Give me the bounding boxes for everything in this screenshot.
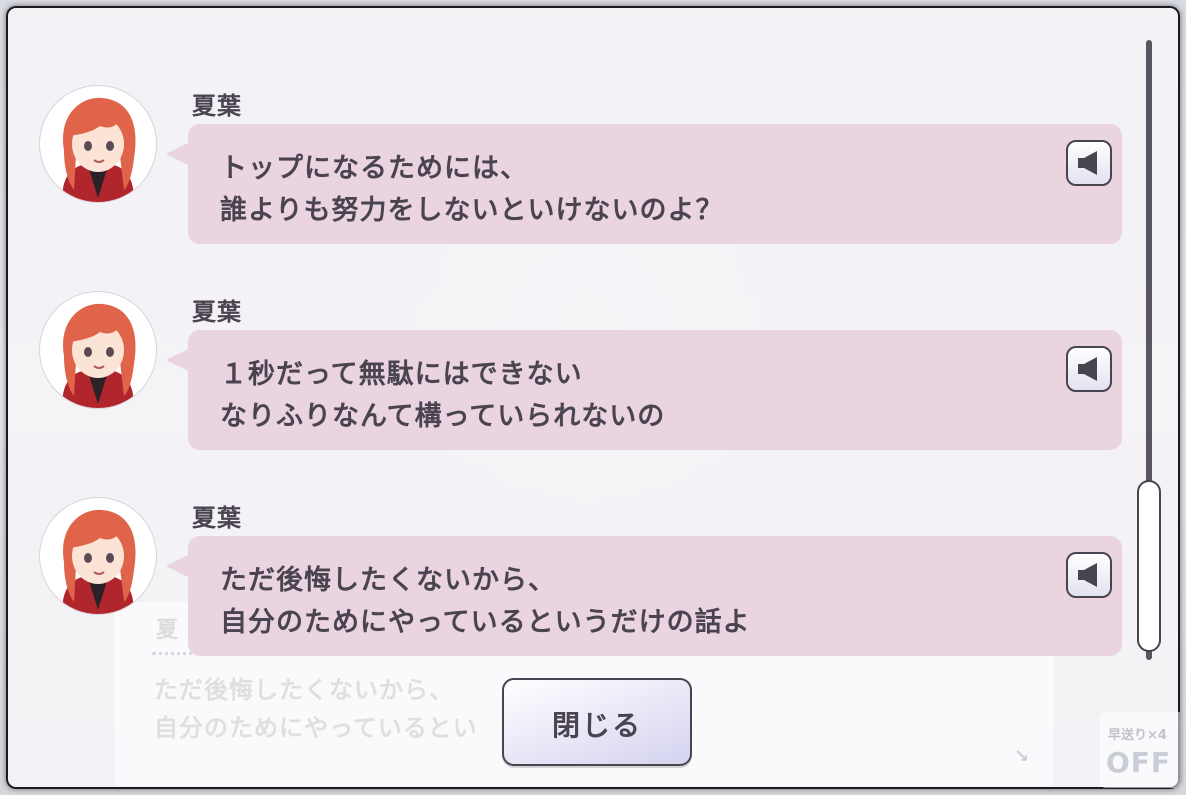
dialogue-line-1: ただ後悔したくないから、: [220, 565, 556, 596]
dialogue-line-2: なりふりなんて構っていられないの: [220, 401, 666, 432]
speaker-avatar: [40, 292, 156, 408]
speaker-icon: [1078, 151, 1097, 175]
speaker-name: 夏葉: [192, 92, 242, 120]
scrollbar-thumb[interactable]: [1137, 480, 1161, 652]
dialogue-line-1: １秒だって無駄にはできない: [220, 359, 583, 390]
voice-replay-button[interactable]: [1066, 346, 1112, 392]
log-entry: 夏葉 トップになるためには、 誰よりも努力をしないといけないのよ？: [6, 86, 1136, 246]
voice-replay-button[interactable]: [1066, 552, 1112, 598]
speaker-avatar: [40, 498, 156, 614]
speech-bubble: ただ後悔したくないから、 自分のためにやっているというだけの話よ: [166, 536, 1122, 656]
speaker-icon: [1078, 563, 1097, 587]
close-button[interactable]: 閉じる: [502, 678, 692, 766]
arrow-down-right-icon: ↘: [1014, 746, 1030, 767]
dialogue-line-2: 誰よりも努力をしないといけないのよ？: [220, 195, 724, 226]
fast-forward-label: 早送り×4: [1108, 728, 1167, 743]
dialogue-line-1: トップになるためには、: [220, 153, 528, 184]
dialogue-line-2: 自分のためにやっているというだけの話よ: [220, 607, 751, 638]
log-entry: 夏葉 ただ後悔したくないから、 自分のためにやっているというだけの話よ: [6, 498, 1136, 658]
fast-forward-state: OFF: [1106, 746, 1172, 779]
background-line-2: 自分のためにやっているとい: [154, 714, 478, 742]
speaker-name: 夏葉: [192, 298, 242, 326]
speaker-name: 夏葉: [192, 504, 242, 532]
voice-replay-button[interactable]: [1066, 140, 1112, 186]
background-line-1: ただ後悔したくないから、: [154, 676, 454, 704]
log-entry: 夏葉 １秒だって無駄にはできない なりふりなんて構っていられないの: [6, 292, 1136, 452]
speech-bubble: トップになるためには、 誰よりも努力をしないといけないのよ？: [166, 124, 1122, 244]
speech-bubble: １秒だって無駄にはできない なりふりなんて構っていられないの: [166, 330, 1122, 450]
speaker-icon: [1078, 357, 1097, 381]
speaker-avatar: [40, 86, 156, 202]
dialogue-log-panel: 夏 ただ後悔したくないから、 自分のためにやっているとい ↘ 早送り×4 OFF…: [6, 6, 1180, 789]
close-button-label: 閉じる: [551, 709, 642, 742]
fast-forward-button[interactable]: 早送り×4 OFF: [1100, 712, 1180, 788]
